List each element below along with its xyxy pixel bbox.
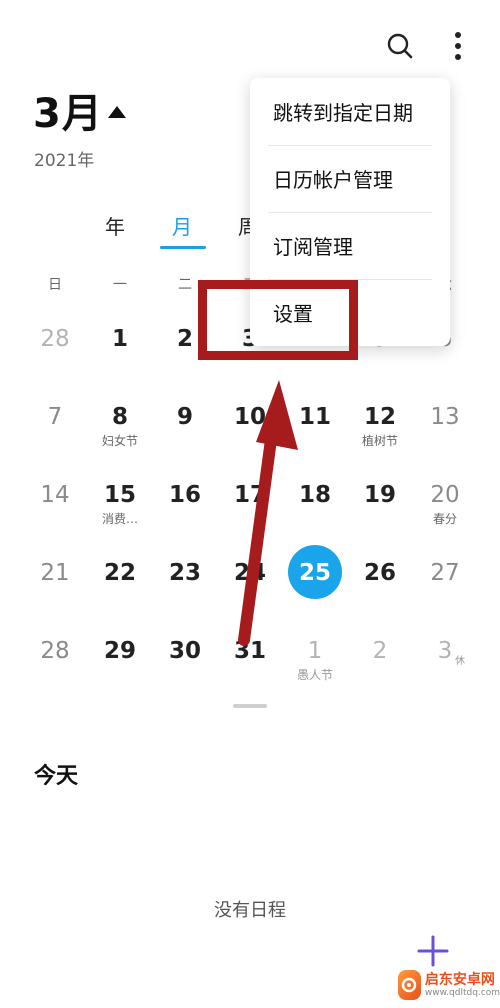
more-vertical-icon [455, 32, 461, 60]
day-number: 21 [40, 560, 70, 586]
day-festival-label: 植树节 [361, 434, 398, 448]
day-number: 16 [168, 482, 201, 508]
day-cell[interactable]: 10 [217, 402, 283, 462]
day-number: 27 [430, 560, 460, 586]
today-section-title: 今天 [34, 764, 79, 789]
day-number: 29 [103, 638, 136, 664]
day-cell[interactable]: 27 [412, 558, 478, 618]
month-title[interactable]: 3月 [33, 88, 103, 140]
day-cell[interactable]: 19 [347, 480, 413, 540]
day-number: 19 [363, 482, 396, 508]
day-cell[interactable]: 1 愚人节 [282, 636, 348, 696]
day-festival-label: 春分 [432, 512, 457, 526]
day-cell[interactable]: 30 [152, 636, 218, 696]
site-watermark: 启东安卓网 www.qdltdq.com [398, 962, 500, 1008]
day-cell[interactable]: 18 [282, 480, 348, 540]
holiday-rest-badge: 休 [455, 656, 465, 667]
no-events-text: 没有日程 [214, 900, 286, 921]
annotation-highlight-box [198, 280, 358, 360]
day-cell[interactable]: 14 [22, 480, 88, 540]
day-festival-label: 消费… [101, 512, 138, 526]
day-cell[interactable]: 29 [87, 636, 153, 696]
day-number: 9 [176, 404, 193, 430]
day-number: 7 [47, 404, 63, 430]
day-number: 22 [103, 560, 136, 586]
day-number: 3 [437, 638, 453, 664]
menu-item-go-to-date[interactable]: 跳转到指定日期 [250, 78, 450, 145]
drag-handle[interactable] [233, 704, 267, 708]
day-cell[interactable]: 16 [152, 480, 218, 540]
month-picker-arrow-icon[interactable] [108, 106, 126, 118]
day-festival-label: 愚人节 [296, 668, 333, 682]
day-cell[interactable]: 9 [152, 402, 218, 462]
day-number: 28 [40, 638, 70, 664]
day-cell[interactable]: 28 [22, 636, 88, 696]
more-options-button[interactable] [438, 24, 478, 68]
day-number: 13 [430, 404, 460, 430]
day-cell[interactable]: 2 [347, 636, 413, 696]
day-cell[interactable]: 23 [152, 558, 218, 618]
day-number: 17 [233, 482, 266, 508]
day-number: 8 [111, 404, 128, 430]
weekday-label: 日 [48, 277, 62, 293]
day-number: 24 [233, 560, 266, 586]
tab-month[interactable]: 月 [172, 214, 192, 240]
day-number: 23 [168, 560, 201, 586]
day-number: 2 [372, 638, 388, 664]
day-cell[interactable]: 26 [347, 558, 413, 618]
day-cell[interactable]: 7 [22, 402, 88, 462]
day-cell[interactable]: 3 [412, 636, 478, 696]
day-cell[interactable]: 11 [282, 402, 348, 462]
day-festival-label: 妇女节 [101, 434, 138, 448]
search-icon [387, 33, 413, 59]
menu-item-calendar-accounts[interactable]: 日历帐户管理 [250, 145, 450, 212]
day-number: 18 [298, 482, 331, 508]
day-number: 31 [233, 638, 266, 664]
weekday-label: 一 [113, 277, 127, 293]
search-button[interactable] [378, 24, 422, 68]
day-cell[interactable]: 20 春分 [412, 480, 478, 540]
day-number: 28 [40, 326, 70, 352]
day-number: 1 [111, 326, 128, 352]
tab-year[interactable]: 年 [105, 214, 125, 240]
watermark-name: 启东安卓网 [424, 971, 495, 988]
day-number: 20 [430, 482, 460, 508]
watermark-logo-icon [398, 970, 421, 1000]
day-number: 1 [307, 638, 323, 664]
day-number: 15 [103, 482, 136, 508]
day-cell[interactable]: 21 [22, 558, 88, 618]
watermark-url: www.qdltdq.com [424, 987, 500, 998]
day-number: 10 [233, 404, 266, 430]
day-number: 11 [298, 404, 331, 430]
menu-item-subscriptions[interactable]: 订阅管理 [250, 212, 450, 279]
active-tab-indicator [160, 246, 206, 249]
day-cell[interactable]: 15 消费… [87, 480, 153, 540]
day-cell[interactable]: 24 [217, 558, 283, 618]
day-number: 14 [40, 482, 70, 508]
day-cell[interactable]: 8 妇女节 [87, 402, 153, 462]
day-number: 25 [298, 560, 331, 586]
day-cell[interactable]: 28 [22, 324, 88, 384]
day-number: 30 [168, 638, 201, 664]
day-cell[interactable]: 17 [217, 480, 283, 540]
day-cell[interactable]: 1 [87, 324, 153, 384]
day-cell[interactable]: 31 [217, 636, 283, 696]
day-cell-today[interactable]: 25 [282, 558, 348, 618]
day-cell[interactable]: 12 植树节 [347, 402, 413, 462]
day-cell[interactable]: 13 [412, 402, 478, 462]
year-label: 2021年 [34, 151, 95, 171]
day-number: 12 [363, 404, 396, 430]
day-cell[interactable]: 22 [87, 558, 153, 618]
day-number: 26 [363, 560, 396, 586]
